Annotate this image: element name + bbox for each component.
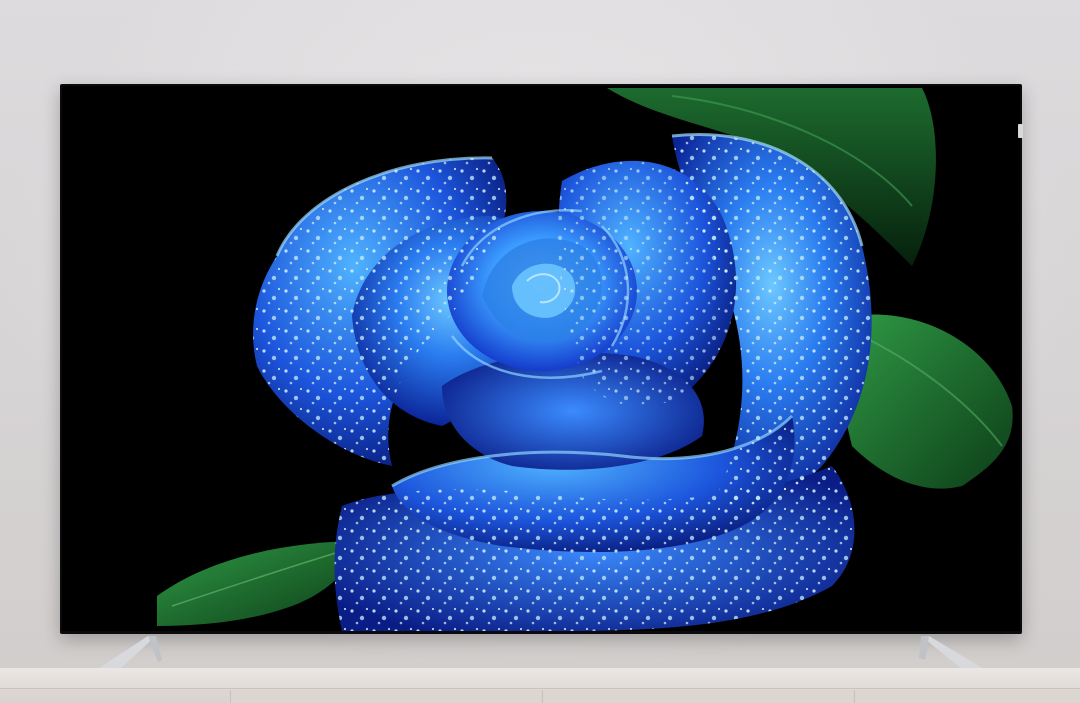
tv-side-button xyxy=(1018,124,1023,138)
cabinet-top xyxy=(0,668,1080,689)
cabinet-door xyxy=(854,690,1080,703)
cabinet-door xyxy=(230,690,541,703)
cabinet-door xyxy=(542,690,853,703)
television xyxy=(60,84,1022,634)
blue-rose-image xyxy=(157,88,1013,631)
tv-screen xyxy=(62,86,1020,631)
